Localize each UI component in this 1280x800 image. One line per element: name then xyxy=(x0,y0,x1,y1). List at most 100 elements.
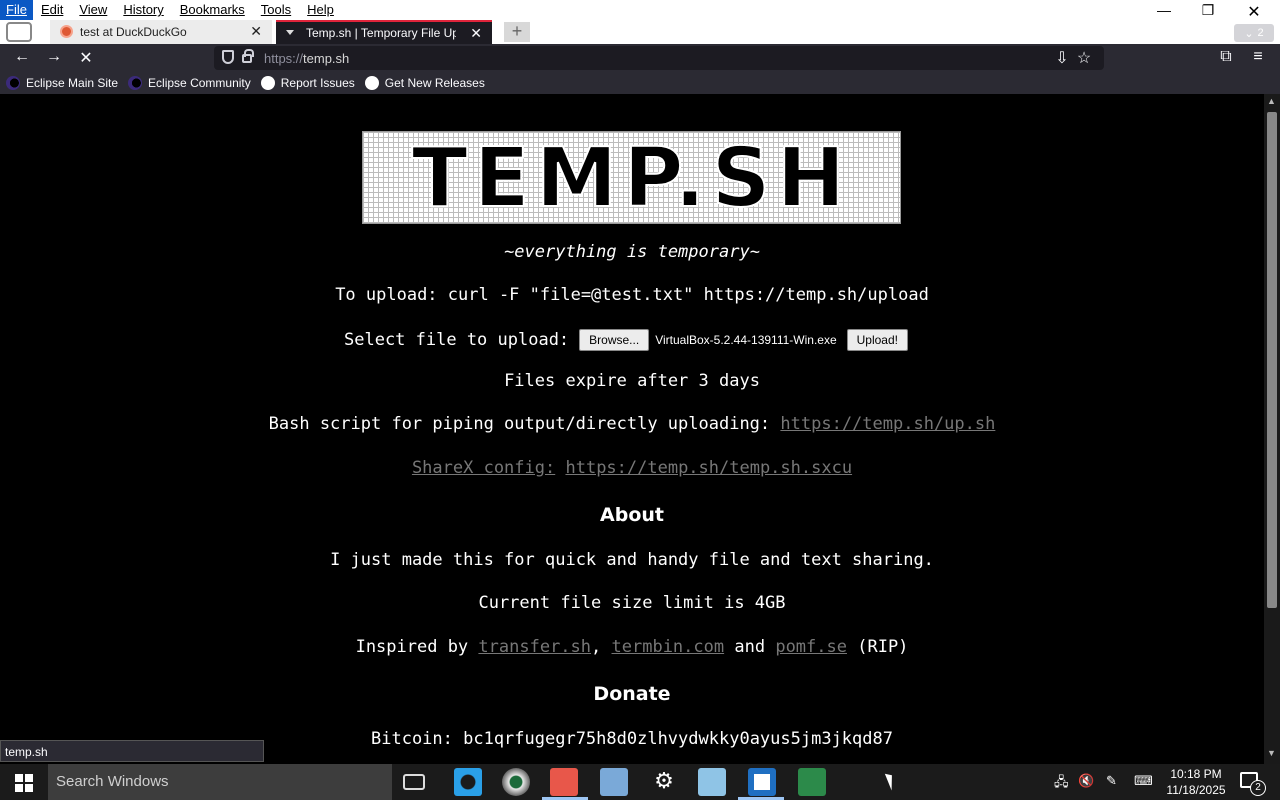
back-icon[interactable]: ← xyxy=(10,48,34,70)
all-tabs-button[interactable]: ⌄ 2 xyxy=(1234,24,1274,42)
rip-text: (RIP) xyxy=(857,637,909,657)
forward-icon[interactable]: → xyxy=(42,48,66,70)
close-icon[interactable]: ✕ xyxy=(250,23,262,40)
donate-heading: Donate xyxy=(593,683,671,705)
pomf-link[interactable]: pomf.se xyxy=(775,637,847,657)
menu-help[interactable]: Help xyxy=(299,0,342,20)
menu-edit[interactable]: Edit xyxy=(33,0,71,20)
scroll-down-icon[interactable]: ▼ xyxy=(1267,748,1276,758)
bookmark-get-new-releases[interactable]: Get New Releases xyxy=(364,72,485,94)
termbin-link[interactable]: termbin.com xyxy=(612,637,725,657)
hamburger-menu-icon[interactable]: ≡ xyxy=(1246,48,1270,70)
page-action-icon[interactable]: ⇩ xyxy=(1050,48,1074,70)
clock-date: 11/18/2025 xyxy=(1166,783,1226,797)
extensions-icon[interactable]: ⧉ xyxy=(1214,48,1238,70)
notification-badge: 2 xyxy=(1250,780,1266,796)
url-text[interactable]: https://temp.sh xyxy=(264,51,349,66)
menu-history[interactable]: History xyxy=(115,0,171,20)
upload-button[interactable]: Upload! xyxy=(846,329,908,351)
internet-explorer-icon[interactable] xyxy=(454,768,482,796)
inspired-prefix: Inspired by xyxy=(355,637,469,657)
loading-icon xyxy=(286,30,294,35)
eclipse-icon xyxy=(6,76,20,90)
settings-gear-icon[interactable]: ⚙ xyxy=(650,768,678,796)
volume-muted-icon[interactable]: 🔇 xyxy=(1078,773,1096,789)
bookmark-label: Eclipse Main Site xyxy=(26,76,119,90)
app-window-icon[interactable] xyxy=(748,768,776,796)
temp-sh-logo: TEMP.SH xyxy=(362,131,901,224)
expire-text: Files expire after 3 days xyxy=(504,371,760,391)
menu-bar: File Edit View History Bookmarks Tools H… xyxy=(0,0,342,20)
menu-tools[interactable]: Tools xyxy=(253,0,299,20)
taskbar: Search Windows ⚙ 🖧 🔇 ✎ ⌨ 10:18 PM 11/18/… xyxy=(0,764,1280,800)
restore-icon[interactable]: ❐ xyxy=(1196,2,1220,24)
scroll-thumb[interactable] xyxy=(1267,112,1277,608)
app-icon[interactable] xyxy=(798,768,826,796)
select-file-label: Select file to upload: xyxy=(344,330,570,350)
about-text: I just made this for quick and handy fil… xyxy=(330,550,934,570)
bookmark-report-issues[interactable]: Report Issues xyxy=(260,72,355,94)
shield-icon[interactable] xyxy=(222,50,234,64)
bash-script-line: Bash script for piping output/directly u… xyxy=(0,414,1264,434)
tab-list-icon[interactable] xyxy=(6,22,32,42)
file-explorer-icon[interactable] xyxy=(600,768,628,796)
bookmark-label: Eclipse Community xyxy=(148,76,251,90)
taskbar-search-input[interactable]: Search Windows xyxy=(48,764,392,800)
task-view-icon[interactable] xyxy=(403,774,425,790)
sharex-config-link[interactable]: ShareX config: xyxy=(412,458,555,478)
eclipse-icon xyxy=(128,76,143,90)
windows-start-icon[interactable] xyxy=(0,764,48,800)
logo-text: TEMP.SH xyxy=(411,131,852,226)
close-window-icon[interactable]: ✕ xyxy=(1242,2,1266,24)
system-clock[interactable]: 10:18 PM 11/18/2025 xyxy=(1156,766,1236,798)
title-bar: File Edit View History Bookmarks Tools H… xyxy=(0,0,1280,44)
upload-command: To upload: curl -F "file=@test.txt" http… xyxy=(335,285,929,305)
size-limit-text: Current file size limit is 4GB xyxy=(478,593,786,613)
selected-file-name: VirtualBox-5.2.44-139111-Win.exe xyxy=(655,333,837,347)
menu-view[interactable]: View xyxy=(71,0,115,20)
page-scrollbar[interactable]: ▲ ▼ xyxy=(1264,94,1280,764)
stop-icon[interactable]: ✕ xyxy=(74,48,98,70)
bookmark-star-icon[interactable]: ☆ xyxy=(1072,48,1096,70)
navigation-toolbar: ← → ✕ https://temp.sh ⇩ ☆ ⧉ ≡ xyxy=(0,44,1280,72)
tab-duckduckgo[interactable]: test at DuckDuckGo ✕ xyxy=(50,20,272,44)
sharex-url-link[interactable]: https://temp.sh/temp.sh.sxcu xyxy=(565,458,852,478)
upload-form: Select file to upload: Browse... Virtual… xyxy=(344,328,908,352)
bookmark-label: Report Issues xyxy=(280,76,355,90)
github-icon xyxy=(364,76,379,90)
new-tab-button[interactable]: + xyxy=(504,22,530,42)
and-text: and xyxy=(734,637,766,657)
close-icon[interactable]: ✕ xyxy=(470,25,482,42)
network-icon[interactable]: 🖧 xyxy=(1054,773,1072,789)
browse-button[interactable]: Browse... xyxy=(579,329,650,351)
tab-title: test at DuckDuckGo xyxy=(80,25,187,39)
chevron-down-icon: ⌄ xyxy=(1244,27,1254,40)
tab-temp-sh[interactable]: Temp.sh | Temporary File Uploa ✕ xyxy=(276,20,492,44)
tagline: ~everything is temporary~ xyxy=(504,242,760,262)
browser-icon[interactable] xyxy=(502,768,530,796)
page-content: TEMP.SH ~everything is temporary~ To upl… xyxy=(0,94,1264,764)
lock-icon[interactable] xyxy=(242,49,254,63)
sharex-line: ShareX config: https://temp.sh/temp.sh.s… xyxy=(0,458,1264,478)
bookmark-eclipse-community[interactable]: Eclipse Community xyxy=(128,72,251,94)
minimize-icon[interactable]: — xyxy=(1152,2,1176,24)
keyboard-icon[interactable]: ⌨ xyxy=(1134,773,1158,789)
duckduckgo-icon xyxy=(60,25,73,38)
scroll-up-icon[interactable]: ▲ xyxy=(1267,96,1276,106)
bash-script-link[interactable]: https://temp.sh/up.sh xyxy=(780,414,995,434)
firefox-icon[interactable] xyxy=(550,768,578,796)
bookmark-label: Get New Releases xyxy=(384,76,485,90)
tab-title: Temp.sh | Temporary File Uploa xyxy=(306,26,456,40)
menu-bookmarks[interactable]: Bookmarks xyxy=(172,0,253,20)
menu-file[interactable]: File xyxy=(0,0,33,20)
separator: , xyxy=(591,637,602,657)
tab-count: 2 xyxy=(1257,27,1264,39)
inspired-line: Inspired by transfer.sh, termbin.com and… xyxy=(0,637,1264,657)
app-icon[interactable] xyxy=(698,768,726,796)
bookmark-eclipse-main[interactable]: Eclipse Main Site xyxy=(6,72,118,94)
url-bar[interactable]: https://temp.sh xyxy=(214,46,1104,70)
pen-icon[interactable]: ✎ xyxy=(1106,773,1124,789)
bash-label: Bash script for piping output/directly u… xyxy=(268,414,771,434)
transfer-sh-link[interactable]: transfer.sh xyxy=(478,637,591,657)
status-panel: temp.sh xyxy=(0,740,264,762)
